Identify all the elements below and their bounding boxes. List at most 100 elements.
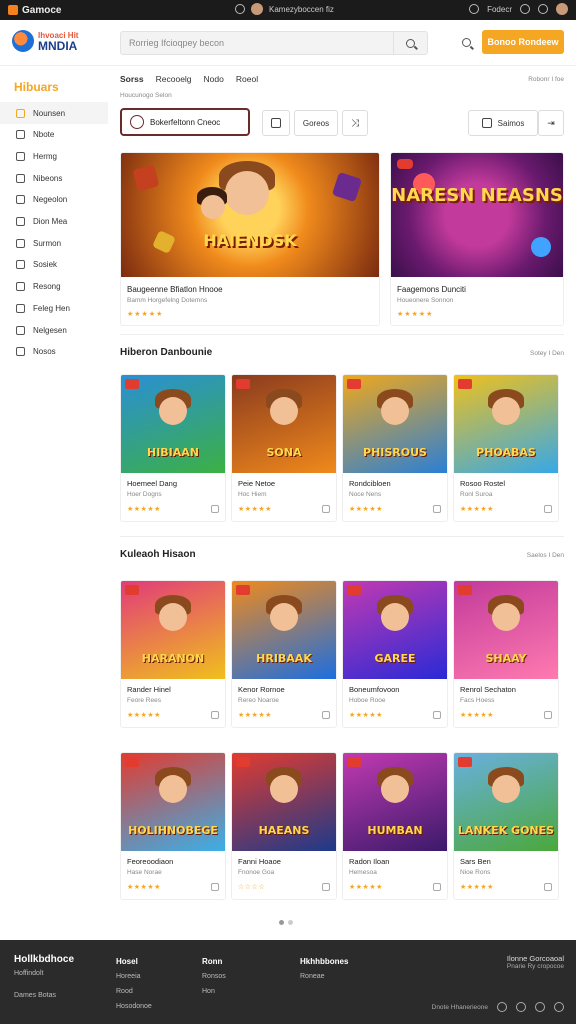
game-rating: ★★★★★ [238,712,272,719]
bookmark-icon[interactable] [211,883,219,891]
bookmark-icon[interactable] [544,883,552,891]
game-card[interactable]: HOLIHNOBEGE Feoreoodiaon Hase Norae ★★★★★ [120,752,226,900]
sidebar-item[interactable]: Nibeons [0,167,108,189]
game-thumbnail: LANKEK GONES [454,753,558,851]
grid-view-button[interactable] [262,110,290,136]
sidebar-item[interactable]: Nosos [0,341,108,363]
game-rating: ★★★★★ [349,712,383,719]
social-icon[interactable] [516,1002,526,1012]
game-name: Boneumfovoon [349,685,400,694]
tab-bar: Sorss Recooelg Nodo Roeol [120,74,258,84]
footer-link[interactable]: Hosodonoe [116,999,152,1014]
game-card[interactable]: HRIBAAK Kenor Rornoe Rereo Noaroe ★★★★★ [231,580,337,728]
tab-1[interactable]: Sorss [120,74,144,84]
bookmark-icon[interactable] [433,505,441,513]
footer-link[interactable]: Rood [116,984,152,999]
featured-card-1[interactable]: HAIENDSK Baugeenne Bfiatlon Hnooe Bamm H… [120,152,380,326]
pagination [279,920,293,925]
footer-contact-sub[interactable]: Pnarie Ry cropocoe [507,963,564,970]
sidebar-item[interactable]: Negeolon [0,189,108,211]
page-dot-1[interactable] [279,920,284,925]
header-search-icon[interactable] [462,38,471,47]
game-thumbnail: SHAAY [454,581,558,679]
site-logo[interactable]: Ihvoaci Hit MNDIA [12,30,78,52]
bookmark-icon[interactable] [211,711,219,719]
footer-brand-sub2[interactable]: Dames Botas [14,992,56,999]
notification-icon[interactable] [469,4,480,14]
sidebar: Hibuars Nounsen Nbote Hermg Nibeons Negeolon… [0,66,108,936]
sidebar-item[interactable]: Sosiek [0,254,108,276]
chat-icon[interactable] [520,4,530,14]
footer-link[interactable]: Hon [202,984,226,999]
sidebar-item[interactable]: Resong [0,276,108,298]
sidebar-item[interactable]: Hermg [0,145,108,167]
page-dot-2[interactable] [288,920,293,925]
bookmark-icon[interactable] [322,711,330,719]
tab-3[interactable]: Nodo [204,74,224,84]
sidebar-item[interactable]: Nounsen [0,102,108,124]
game-card[interactable]: PHOABAS Rosoo Rostel Ronl Suroa ★★★★★ [453,374,559,522]
sidebar-item[interactable]: Nbote [0,124,108,146]
sidebar-item[interactable]: Surmon [0,232,108,254]
breadcrumb[interactable]: Houcunogo Selon [120,92,172,99]
game-card[interactable]: PHISROUS Rondcibloen Noce Nens ★★★★★ [342,374,448,522]
logo-mark-icon [12,30,34,52]
game-subtitle: Nioe Rons [460,869,491,876]
game-card[interactable]: LANKEK GONES Sars Ben Nioe Rons ★★★★★ [453,752,559,900]
bookmark-icon[interactable] [322,505,330,513]
app-brand[interactable]: Gamoce [8,5,61,16]
sidebar-item-label: Negeolon [33,195,68,205]
social-icon[interactable] [497,1002,507,1012]
avatar [251,3,263,15]
sidebar-item-label: Resong [33,282,61,292]
cta-button[interactable]: Bonoo Rondeew [482,30,564,54]
save-filter-button[interactable]: Saimos [468,110,538,136]
settings-icon[interactable] [235,4,245,14]
top-right-label[interactable]: Fodecr [487,5,512,14]
game-rating: ★★★★★ [460,506,494,513]
sidebar-item-label: Nounsen [33,108,66,118]
featured-sub-1: Bamm Horgefelng Dotemns [127,297,208,304]
profile-chip[interactable]: Kamezyboccen fiz [235,3,334,15]
game-rating: ★★★★★ [238,506,272,513]
tab-2[interactable]: Recooelg [156,74,192,84]
sidebar-item[interactable]: Feleg Hen [0,297,108,319]
sort-button[interactable]: ⤨ [342,110,368,136]
user-avatar[interactable] [556,3,568,15]
sidebar-item-label: Dion Mea [33,217,68,226]
game-card[interactable]: SHAAY Renrol Sechaton Facs Hoess ★★★★★ [453,580,559,728]
sidebar-item[interactable]: Dion Mea [0,211,108,233]
bookmark-icon[interactable] [544,711,552,719]
section-1-more[interactable]: Sotey I Den [530,350,564,357]
primary-filter-button[interactable]: Bokerfeltonn Cneoc [120,108,250,136]
bookmark-icon[interactable] [433,883,441,891]
search-button[interactable] [393,32,427,54]
section-2-more[interactable]: Saelos I Den [527,552,564,559]
social-icon[interactable] [535,1002,545,1012]
game-card[interactable]: HIBIAAN Hoemeel Dang Hoer Dogns ★★★★★ [120,374,226,522]
bookmark-icon[interactable] [433,711,441,719]
footer-link[interactable]: Horeeia [116,969,152,984]
expand-button[interactable]: ⇥ [538,110,564,136]
game-card[interactable]: HUMBAN Radon Iloan Hemesoa ★★★★★ [342,752,448,900]
game-card[interactable]: HAEANS Fanni Hoaoe Fnonoe Goa ☆☆☆☆ [231,752,337,900]
logo-line2: MNDIA [38,38,78,53]
bookmark-icon[interactable] [211,505,219,513]
tab-4[interactable]: Roeol [236,74,258,84]
featured-card-2[interactable]: NARESN NEASNS Faagemons Dunciti Houeoner… [390,152,564,326]
game-card[interactable]: HARANON Rander Hinel Feore Rees ★★★★★ [120,580,226,728]
footer-brand[interactable]: Hollkbdhoce [14,954,74,965]
game-card[interactable]: SONA Peie Netoe Hoc Hiem ★★★★★ [231,374,337,522]
sidebar-item[interactable]: Nelgesen [0,319,108,341]
footer-link[interactable]: Roneae [300,969,348,984]
social-icon[interactable] [554,1002,564,1012]
game-card[interactable]: GAREE Boneumfovoon Hoboe Rooe ★★★★★ [342,580,448,728]
bookmark-icon[interactable] [322,883,330,891]
search-input[interactable]: Rorrieg Ifcioqpey becon [120,31,428,55]
game-subtitle: Hemesoa [349,869,377,876]
gear-icon[interactable] [538,4,548,14]
bookmark-icon[interactable] [544,505,552,513]
genre-filter-button[interactable]: Goreos [294,110,338,136]
game-rating: ★★★★★ [127,506,161,513]
footer-link[interactable]: Ronsos [202,969,226,984]
